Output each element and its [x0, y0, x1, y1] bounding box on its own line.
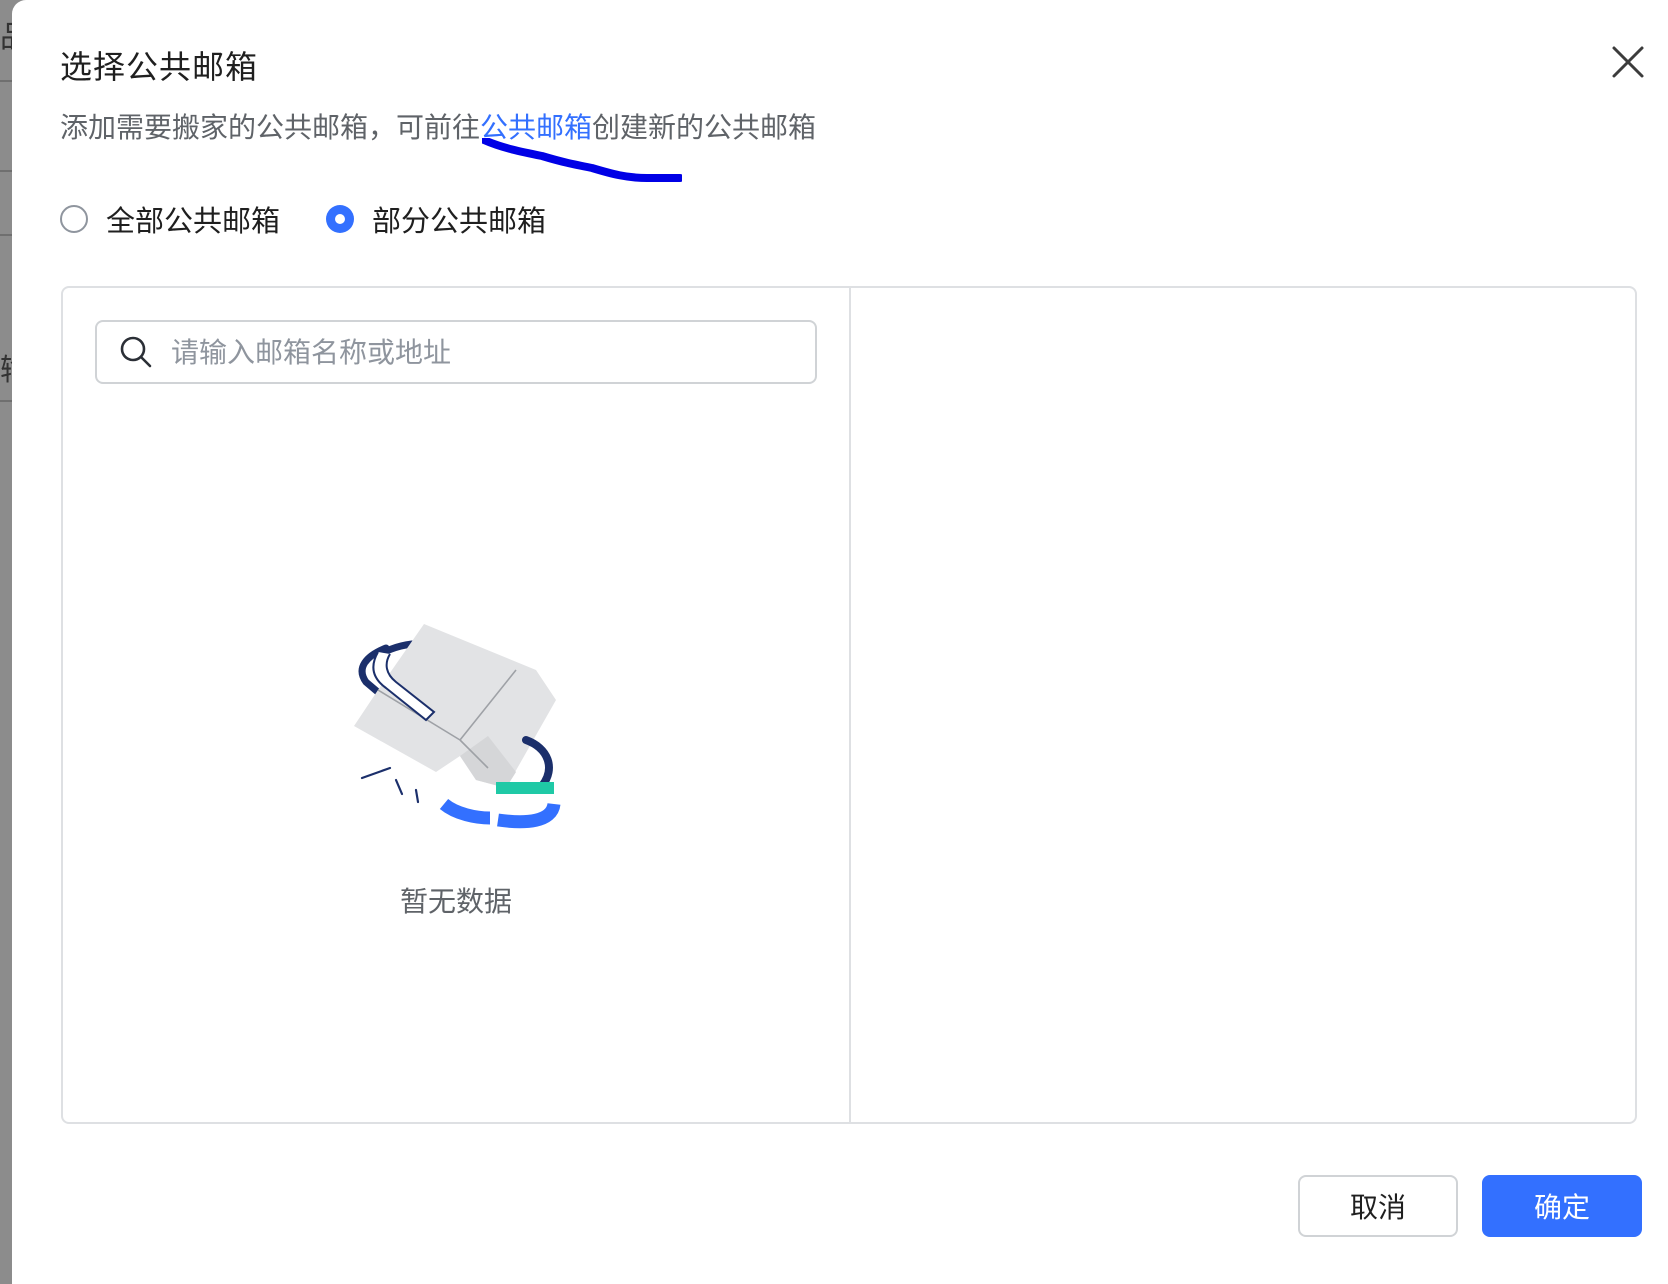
empty-box-illustration: [354, 624, 561, 829]
background-divider: [0, 80, 12, 82]
background-divider: [0, 400, 12, 402]
public-mailbox-link[interactable]: 公共邮箱: [480, 111, 592, 144]
radio-some-public-mailboxes[interactable]: 部分公共邮箱: [326, 198, 546, 240]
mailbox-transfer-panel: 暂无数据: [61, 286, 1637, 1124]
empty-state: 暂无数据: [63, 608, 849, 920]
confirm-button[interactable]: 确定: [1482, 1175, 1642, 1237]
background-divider: [0, 170, 12, 172]
close-icon: [1612, 46, 1644, 78]
cancel-button[interactable]: 取消: [1298, 1175, 1458, 1237]
background-divider: [0, 234, 12, 236]
dialog-description: 添加需要搬家的公共邮箱，可前往公共邮箱创建新的公共邮箱: [60, 106, 816, 146]
panel-divider: [849, 288, 851, 1122]
mailbox-scope-radio-group: 全部公共邮箱 部分公共邮箱: [60, 198, 592, 240]
description-suffix: 创建新的公共邮箱: [592, 111, 817, 144]
select-public-mailbox-dialog: 选择公共邮箱 添加需要搬家的公共邮箱，可前往公共邮箱创建新的公共邮箱 全部公共邮…: [12, 0, 1668, 1284]
radio-checked-icon[interactable]: [326, 205, 355, 233]
description-prefix: 添加需要搬家的公共邮箱，可前往: [60, 111, 481, 144]
radio-label: 全部公共邮箱: [106, 204, 281, 238]
search-input[interactable]: [169, 334, 773, 370]
close-button[interactable]: [1608, 42, 1648, 82]
empty-state-text: 暂无数据: [399, 885, 512, 918]
dialog-title: 选择公共邮箱: [60, 48, 259, 86]
search-icon: [120, 336, 152, 368]
radio-label: 部分公共邮箱: [372, 204, 547, 238]
radio-all-public-mailboxes[interactable]: 全部公共邮箱: [60, 198, 280, 240]
annotation-scribble: [482, 138, 682, 182]
radio-unchecked-icon[interactable]: [60, 205, 88, 233]
search-box[interactable]: [95, 320, 817, 384]
